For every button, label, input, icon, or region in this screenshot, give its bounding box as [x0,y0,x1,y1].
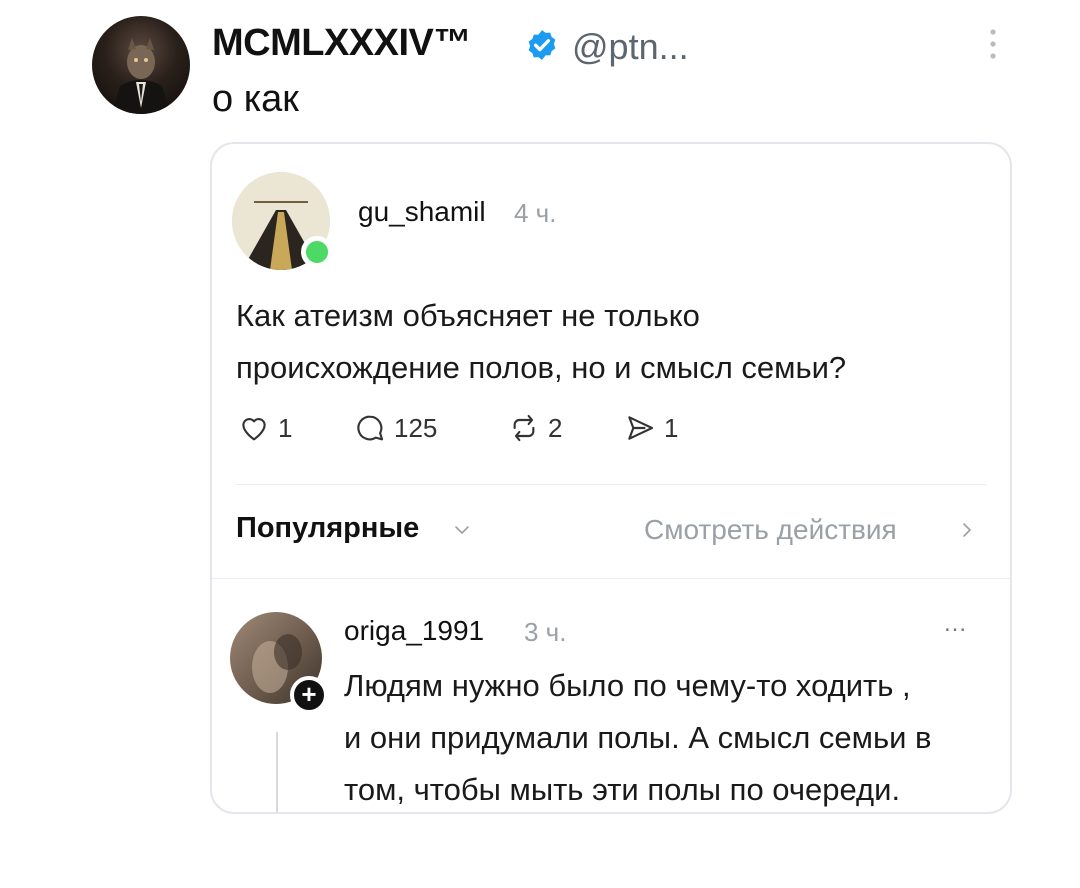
chevron-right-icon[interactable] [958,520,976,540]
quoted-username[interactable]: gu_shamil [358,196,486,228]
quoted-text-line: происхождение полов, но и смысл семьи? [236,350,847,385]
quoted-text-line: Как атеизм объясняет не только [236,298,700,333]
reply-username[interactable]: origa_1991 [344,615,484,647]
share-button[interactable]: 1 [624,412,678,444]
comment-button[interactable]: 125 [354,412,437,444]
share-count: 1 [664,412,679,443]
divider [212,578,1010,579]
view-activity-link[interactable]: Смотреть действия [644,514,897,546]
comment-icon [357,415,384,441]
repost-button[interactable]: 2 [508,412,562,444]
online-status-badge [301,236,333,268]
comment-count: 125 [394,412,438,443]
reply-text: Людям нужно было по чему-то ходить , и о… [344,660,1004,816]
more-options-button[interactable]: ... [944,610,967,638]
reply-timestamp: 3 ч. [524,617,567,647]
avatar-figure-icon [112,38,170,114]
follow-plus-button[interactable]: + [290,676,328,714]
repost-icon [513,414,535,442]
reply-text-line: Людям нужно было по чему-то ходить , [344,668,911,703]
quoted-post-text: Как атеизм объясняет не только происхожд… [236,290,956,394]
verified-badge-icon [528,30,556,60]
tweet-text: о как [212,78,299,120]
author-name[interactable]: MCMLXXXIV™ [212,22,471,65]
author-avatar[interactable] [92,16,190,114]
thread-line [276,732,278,812]
divider [236,484,986,485]
reply-text-line: и они придумали полы. А смысл семьи в [344,720,932,755]
quoted-timestamp: 4 ч. [514,198,557,228]
send-icon [628,416,654,440]
chevron-down-icon[interactable] [452,520,472,540]
like-button[interactable]: 1 [238,412,292,444]
heart-icon [242,418,266,441]
vertical-dots-icon[interactable] [986,24,1000,64]
repost-count: 2 [548,412,563,443]
like-count: 1 [278,412,293,443]
sort-dropdown-label[interactable]: Популярные [236,512,419,545]
reply-text-line: том, чтобы мыть эти полы по очереди. [344,772,901,807]
author-handle[interactable]: @ptn... [572,26,689,68]
